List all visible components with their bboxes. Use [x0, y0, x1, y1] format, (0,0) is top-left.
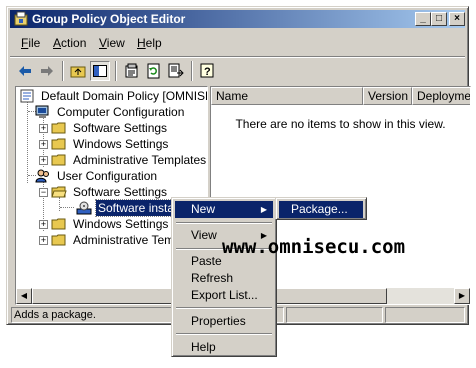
folder-icon — [51, 154, 66, 166]
expand-plus-icon[interactable]: + — [39, 236, 48, 245]
back-button[interactable] — [15, 61, 35, 81]
context-menu: New ▶ View ▶ Paste Refresh Export List..… — [171, 197, 277, 357]
show-hide-tree-button[interactable] — [90, 61, 110, 81]
tree-label: Windows Settings — [73, 137, 169, 151]
tree-label: Administrative Templates — [73, 153, 207, 167]
status-panel-empty — [385, 307, 465, 323]
open-folder-icon — [51, 186, 67, 198]
folder-icon — [51, 138, 66, 150]
svg-text:?: ? — [204, 66, 211, 78]
show-hide-tree-icon — [93, 65, 107, 77]
folder-icon — [51, 218, 66, 230]
toolbar-separator — [115, 61, 117, 81]
window-title: Group Policy Object Editor — [32, 12, 186, 26]
folder-icon — [51, 234, 66, 246]
submenu-package[interactable]: Package... — [279, 201, 363, 218]
up-folder-icon — [70, 66, 86, 78]
context-menu-properties[interactable]: Properties — [175, 313, 273, 330]
menu-file[interactable]: File — [21, 36, 40, 50]
toolbar-separator — [191, 61, 193, 81]
menu-item-label: View — [191, 228, 217, 242]
tree-label: Default Domain Policy [OMNISERV- — [41, 89, 207, 103]
menu-action[interactable]: Action — [53, 36, 86, 50]
export-list-icon — [168, 63, 184, 78]
expand-plus-icon[interactable]: + — [39, 124, 48, 133]
scroll-left-icon[interactable]: ◀ — [16, 288, 32, 304]
context-menu-refresh[interactable]: Refresh — [175, 270, 273, 287]
help-button[interactable]: ? — [198, 61, 218, 81]
forward-button[interactable] — [37, 61, 57, 81]
menu-help[interactable]: Help — [137, 36, 162, 50]
menu-separator — [176, 222, 272, 224]
empty-list-message: There are no items to show in this view. — [235, 117, 446, 131]
close-button[interactable]: × — [449, 12, 465, 26]
up-folder-button[interactable] — [68, 61, 88, 81]
toolbar: ? — [10, 56, 465, 82]
export-list-button[interactable] — [166, 61, 186, 81]
gpo-app-icon — [14, 11, 28, 26]
tree-label: Administrative Templ — [73, 233, 184, 247]
title-bar[interactable]: Group Policy Object Editor _ □ × — [10, 10, 465, 28]
submenu-arrow-icon: ▶ — [260, 205, 267, 214]
menu-item-label: New — [191, 202, 216, 216]
properties-button[interactable] — [122, 61, 142, 81]
expand-plus-icon[interactable]: + — [39, 156, 48, 165]
status-panel-empty — [286, 307, 383, 323]
refresh-button[interactable] — [144, 61, 164, 81]
toolbar-separator — [62, 61, 64, 81]
column-header-deployment[interactable]: Deploymen — [412, 87, 470, 105]
scroll-right-icon[interactable]: ▶ — [454, 288, 470, 304]
forward-icon — [41, 66, 53, 76]
menu-separator — [176, 333, 272, 335]
tree-label: Software Settings — [73, 121, 168, 135]
maximize-button[interactable]: □ — [431, 12, 447, 26]
back-icon — [19, 66, 31, 76]
tree-label: Computer Configuration — [57, 105, 185, 119]
refresh-icon — [147, 63, 160, 79]
context-menu-export-list[interactable]: Export List... — [175, 287, 273, 304]
menu-bar: File Action View Help — [10, 32, 465, 52]
column-header-version[interactable]: Version — [363, 87, 412, 105]
help-icon: ? — [200, 63, 214, 78]
software-install-icon — [76, 201, 92, 215]
tree-line — [27, 101, 28, 183]
tree-line — [60, 207, 74, 208]
context-menu-new[interactable]: New ▶ — [175, 201, 273, 218]
tree-label: User Configuration — [57, 169, 158, 183]
column-header-name[interactable]: Name — [211, 87, 363, 105]
watermark-text: www.omnisecu.com — [222, 236, 406, 258]
context-menu-help[interactable]: Help — [175, 339, 273, 356]
new-submenu: Package... — [275, 197, 367, 220]
menu-separator — [176, 307, 272, 309]
minimize-button[interactable]: _ — [415, 12, 431, 26]
expand-plus-icon[interactable]: + — [39, 220, 48, 229]
collapse-minus-icon[interactable]: − — [39, 188, 48, 197]
computer-icon — [35, 105, 49, 118]
menu-view[interactable]: View — [99, 36, 125, 50]
users-icon — [35, 169, 49, 183]
properties-icon — [125, 63, 138, 78]
folder-icon — [51, 122, 66, 134]
tree-label: Windows Settings — [73, 217, 169, 231]
scroll-thumb[interactable] — [32, 288, 192, 304]
expand-plus-icon[interactable]: + — [39, 140, 48, 149]
policy-scroll-icon — [20, 89, 34, 103]
tree-label: Software Settings — [73, 185, 168, 199]
